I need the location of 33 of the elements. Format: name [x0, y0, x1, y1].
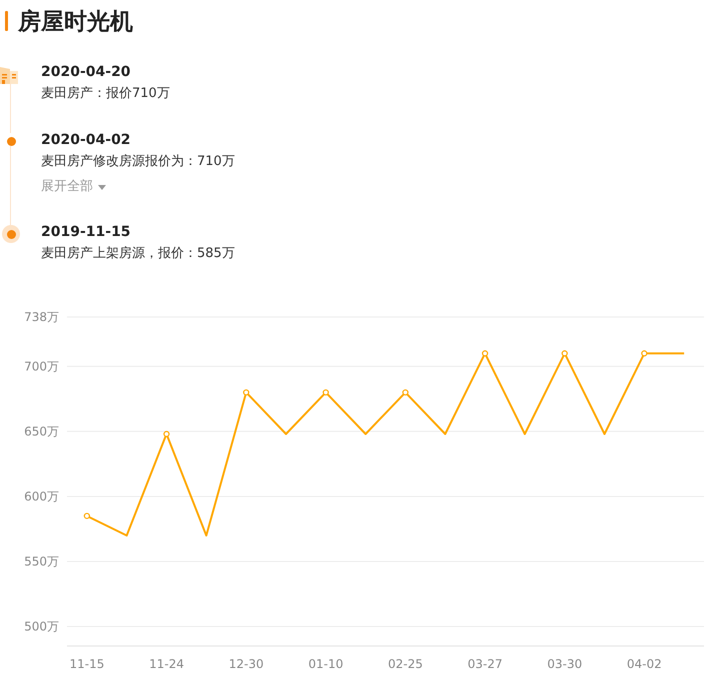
y-axis-label: 500万	[24, 620, 59, 634]
x-axis-label: 12-30	[228, 657, 264, 671]
x-axis-label: 11-24	[149, 657, 184, 671]
event-text: 麦田房产上架房源，报价：585万	[41, 245, 235, 263]
data-point	[322, 389, 329, 396]
data-point	[562, 350, 568, 357]
x-axis-label: 01-10	[308, 657, 344, 671]
y-axis-label: 550万	[24, 554, 59, 568]
data-point	[243, 389, 250, 396]
expand-link[interactable]: 展开全部	[41, 178, 106, 196]
event-text: 麦田房产：报价710万	[41, 85, 170, 103]
event-date: 2020-04-02	[41, 131, 132, 150]
data-point	[641, 350, 648, 357]
timeline-dot	[2, 225, 20, 243]
data-point	[482, 350, 488, 357]
x-axis-label: 02-25	[388, 657, 423, 671]
caret-icon	[98, 184, 106, 190]
y-axis-label: 600万	[24, 489, 59, 504]
x-axis-label: 03-27	[468, 657, 502, 671]
y-axis-label: 700万	[24, 359, 59, 374]
y-axis-label: 650万	[24, 424, 59, 438]
event-date: 2020-04-20	[41, 63, 132, 82]
x-axis-label: 03-30	[547, 657, 582, 671]
data-point	[84, 512, 90, 520]
event-text: 麦田房产修改房源报价为：710万	[41, 153, 235, 171]
timeline-dot	[6, 137, 16, 146]
x-axis-label: 11-15	[69, 657, 104, 671]
section-title: 房屋时光机	[18, 8, 133, 36]
data-point	[163, 430, 170, 438]
data-point	[402, 389, 408, 396]
event-date: 2019-11-15	[41, 223, 132, 242]
y-axis-label: 738万	[24, 310, 59, 324]
x-axis-label: 04-02	[626, 657, 662, 671]
